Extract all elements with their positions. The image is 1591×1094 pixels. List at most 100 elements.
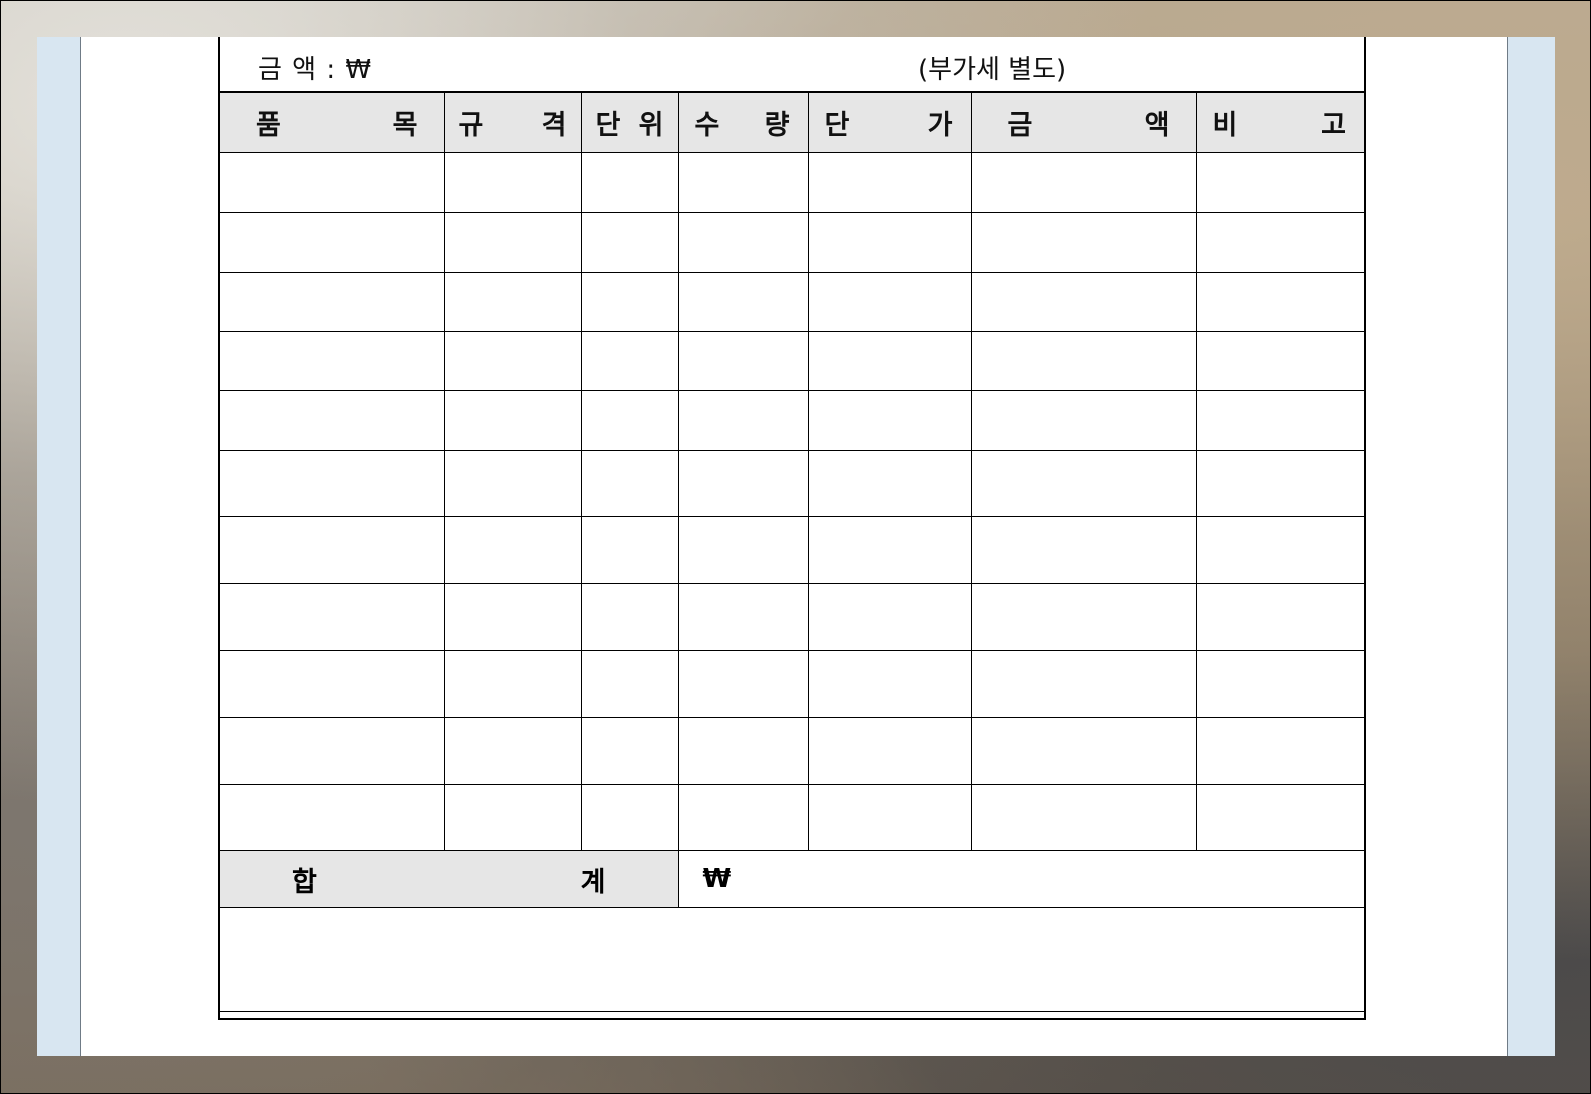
column-header-item: 품목 bbox=[220, 92, 445, 153]
table-cell[interactable] bbox=[677, 450, 809, 517]
table-cell[interactable] bbox=[677, 272, 809, 332]
table-cell[interactable] bbox=[580, 331, 679, 391]
table-cell[interactable] bbox=[443, 272, 582, 332]
table-row bbox=[220, 390, 1364, 451]
table-cell[interactable] bbox=[443, 450, 582, 517]
table-cell[interactable] bbox=[1195, 583, 1364, 651]
table-cell[interactable] bbox=[220, 717, 445, 785]
table-cell[interactable] bbox=[970, 784, 1197, 851]
table-cell[interactable] bbox=[807, 390, 972, 451]
table-cell[interactable] bbox=[443, 516, 582, 584]
table-cell[interactable] bbox=[220, 331, 445, 391]
table-cell[interactable] bbox=[443, 784, 582, 851]
table-cell[interactable] bbox=[807, 583, 972, 651]
table-cell[interactable] bbox=[970, 583, 1197, 651]
table-cell[interactable] bbox=[580, 583, 679, 651]
table-cell[interactable] bbox=[220, 390, 445, 451]
table-cell[interactable] bbox=[970, 212, 1197, 273]
table-cell[interactable] bbox=[443, 583, 582, 651]
table-row bbox=[220, 784, 1364, 851]
table-cell[interactable] bbox=[677, 212, 809, 273]
table-cell[interactable] bbox=[807, 784, 972, 851]
total-label-left: 합 bbox=[292, 866, 317, 898]
table-cell[interactable] bbox=[807, 212, 972, 273]
table-cell[interactable] bbox=[443, 650, 582, 718]
table-row bbox=[220, 272, 1364, 332]
table-cell[interactable] bbox=[1195, 331, 1364, 391]
table-cell[interactable] bbox=[1195, 212, 1364, 273]
table-row bbox=[220, 583, 1364, 651]
table-cell[interactable] bbox=[970, 516, 1197, 584]
table-cell[interactable] bbox=[1195, 390, 1364, 451]
table-cell[interactable] bbox=[580, 650, 679, 718]
table-cell[interactable] bbox=[677, 390, 809, 451]
column-header-quantity: 수량 bbox=[677, 92, 809, 153]
table-cell[interactable] bbox=[677, 650, 809, 718]
table-cell[interactable] bbox=[220, 152, 445, 213]
table-cell[interactable] bbox=[807, 331, 972, 391]
table-cell[interactable] bbox=[970, 331, 1197, 391]
table-cell[interactable] bbox=[970, 717, 1197, 785]
table-cell[interactable] bbox=[443, 717, 582, 785]
table-row bbox=[220, 450, 1364, 517]
table-cell[interactable] bbox=[807, 272, 972, 332]
table-cell[interactable] bbox=[677, 516, 809, 584]
table-cell[interactable] bbox=[443, 212, 582, 273]
table-cell[interactable] bbox=[220, 583, 445, 651]
column-header-remarks: 비고 bbox=[1195, 92, 1364, 153]
table-cell[interactable] bbox=[580, 390, 679, 451]
total-value-cell[interactable]: ₩ bbox=[677, 850, 1364, 908]
table-cell[interactable] bbox=[970, 450, 1197, 517]
table-row bbox=[220, 212, 1364, 273]
table-cell[interactable] bbox=[677, 784, 809, 851]
table-cell[interactable] bbox=[1195, 784, 1364, 851]
table-cell[interactable] bbox=[807, 152, 972, 213]
table-cell[interactable] bbox=[1195, 516, 1364, 584]
table-cell[interactable] bbox=[677, 152, 809, 213]
table-cell[interactable] bbox=[677, 331, 809, 391]
table-cell[interactable] bbox=[807, 717, 972, 785]
table-row bbox=[220, 650, 1364, 718]
table-cell[interactable] bbox=[220, 212, 445, 273]
table-cell[interactable] bbox=[443, 152, 582, 213]
table-cell[interactable] bbox=[677, 717, 809, 785]
table-header-row: 품목 규격 단위 수량 단가 금 액 비 고 bbox=[220, 92, 1364, 153]
column-header-unit: 단위 bbox=[580, 92, 679, 153]
table-cell[interactable] bbox=[580, 717, 679, 785]
table-cell[interactable] bbox=[970, 272, 1197, 332]
table-cell[interactable] bbox=[1195, 272, 1364, 332]
table-cell[interactable] bbox=[1195, 450, 1364, 517]
table-cell[interactable] bbox=[580, 152, 679, 213]
table-cell[interactable] bbox=[580, 212, 679, 273]
table-cell[interactable] bbox=[807, 650, 972, 718]
table-cell[interactable] bbox=[807, 516, 972, 584]
table-cell[interactable] bbox=[1195, 717, 1364, 785]
table-cell[interactable] bbox=[220, 516, 445, 584]
table-cell[interactable] bbox=[580, 450, 679, 517]
table-cell[interactable] bbox=[677, 583, 809, 651]
table-cell[interactable] bbox=[580, 784, 679, 851]
table-body: 합 계 ₩ bbox=[220, 152, 1364, 1012]
table-cell[interactable] bbox=[443, 390, 582, 451]
table-cell[interactable] bbox=[220, 650, 445, 718]
notes-area[interactable] bbox=[220, 907, 1364, 1012]
table-cell[interactable] bbox=[443, 331, 582, 391]
table-cell[interactable] bbox=[970, 650, 1197, 718]
table-cell[interactable] bbox=[807, 450, 972, 517]
table-cell[interactable] bbox=[970, 390, 1197, 451]
table-cell[interactable] bbox=[580, 516, 679, 584]
table-cell[interactable] bbox=[1195, 650, 1364, 718]
table-cell[interactable] bbox=[970, 152, 1197, 213]
amount-label: 금 액 : ₩ bbox=[258, 55, 373, 85]
table-cell[interactable] bbox=[1195, 152, 1364, 213]
column-header-unit-price: 단가 bbox=[807, 92, 972, 153]
table-cell[interactable] bbox=[220, 450, 445, 517]
table-cell[interactable] bbox=[580, 272, 679, 332]
items-table: 품목 규격 단위 수량 단가 금 액 비 고 합 계 ₩ bbox=[220, 92, 1364, 1012]
total-row: 합 계 ₩ bbox=[220, 850, 1364, 908]
notes-row bbox=[220, 907, 1364, 1012]
table-cell[interactable] bbox=[220, 272, 445, 332]
quotation-form: 금 액 : ₩ (부가세 별도) 품목 규 격 단 위 수 량 단 가 금 액 … bbox=[218, 37, 1366, 1020]
table-cell[interactable] bbox=[220, 784, 445, 851]
column-header-amount: 금액 bbox=[970, 92, 1197, 153]
